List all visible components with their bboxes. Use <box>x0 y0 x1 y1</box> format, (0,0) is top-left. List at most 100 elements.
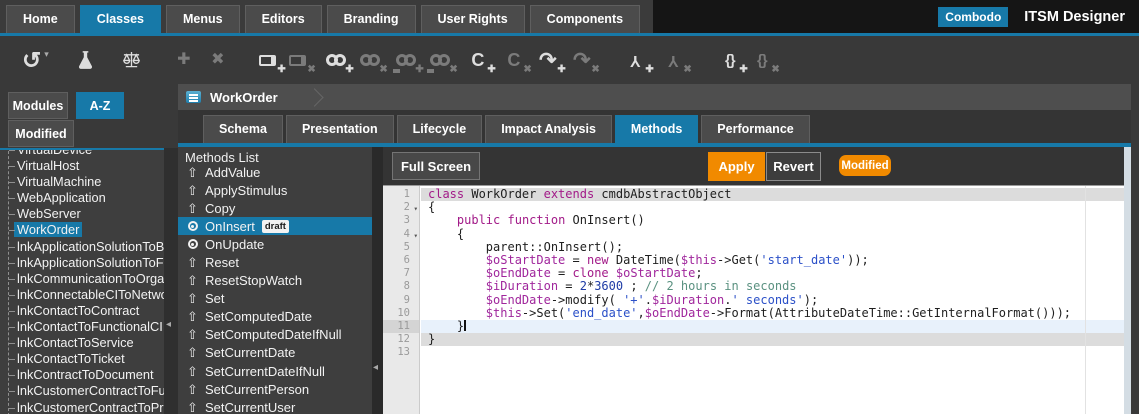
add-relation-button[interactable]: Y✚ <box>625 45 647 75</box>
collapse-methods-icon[interactable]: ◂ <box>373 363 378 373</box>
nav-tab-menus[interactable]: Menus <box>166 5 240 33</box>
class-tree-item-lnkcontacttofunctionalci[interactable]: lnkContactToFunctionalCI <box>0 319 164 335</box>
sidebar-tab-a-z[interactable]: A-Z <box>76 92 124 119</box>
method-item-oninsert[interactable]: OnInsertdraft <box>178 217 372 235</box>
method-item-setcurrentperson[interactable]: ⇧SetCurrentPerson <box>178 380 372 398</box>
gutter-line-number: 13 <box>383 346 419 359</box>
method-editor: Full Screen Apply Revert Modified 12▾34▾… <box>383 147 1131 414</box>
code-line-10[interactable]: $this->Set('end_date',$oEndDate->Format(… <box>421 307 1124 320</box>
gutter-line-number: 6 <box>383 254 419 267</box>
method-label: OnInsert <box>205 219 255 234</box>
add-link-button[interactable]: ✚ <box>325 45 347 75</box>
class-tree-item-lnkapplicationsolutiontob[interactable]: lnkApplicationSolutionToB <box>0 239 164 255</box>
add-stimulus-button[interactable]: C✚ <box>467 45 489 75</box>
class-tree-item-virtualhost[interactable]: VirtualHost <box>0 158 164 174</box>
class-tree-item-lnkcontracttodocument[interactable]: lnkContractToDocument <box>0 367 164 383</box>
class-tree-item-lnkapplicationsolutiontof[interactable]: lnkApplicationSolutionToF <box>0 255 164 271</box>
method-label: SetCurrentPerson <box>205 382 309 397</box>
apply-button[interactable]: Apply <box>708 152 765 181</box>
tab-lifecycle[interactable]: Lifecycle <box>397 115 483 143</box>
delete-linkset-button: ✖ <box>429 45 451 75</box>
delete-transition-button: ↷✖ <box>571 45 593 75</box>
class-tree-item-virtualmachine[interactable]: VirtualMachine <box>0 174 164 190</box>
sidebar: Modules A-ZModified VirtualDeviceVirtualH… <box>0 84 178 414</box>
tab-methods[interactable]: Methods <box>615 115 698 143</box>
tab-schema[interactable]: Schema <box>203 115 283 143</box>
tab-impact-analysis[interactable]: Impact Analysis <box>485 115 612 143</box>
collapse-sidebar-icon[interactable]: ◂ <box>166 320 171 330</box>
add-field-button[interactable]: ✚ <box>257 45 279 75</box>
tab-presentation[interactable]: Presentation <box>286 115 394 143</box>
code-line-11[interactable]: } <box>421 320 1124 333</box>
method-item-set[interactable]: ⇧Set <box>178 290 372 308</box>
nav-tab-branding[interactable]: Branding <box>327 5 416 33</box>
nav-tab-editors[interactable]: Editors <box>245 5 322 33</box>
method-label: AddValue <box>205 165 260 180</box>
nav-tab-home[interactable]: Home <box>6 5 75 33</box>
add-method-button[interactable]: {}✚ <box>719 45 741 75</box>
method-item-addvalue[interactable]: ⇧ AddValue <box>178 163 372 181</box>
inherited-method-icon: ⇧ <box>184 202 201 215</box>
class-label: VirtualDevice <box>17 148 92 157</box>
method-item-copy[interactable]: ⇧Copy <box>178 199 372 217</box>
nav-tab-classes[interactable]: Classes <box>80 5 161 33</box>
methods-list: ⇧ AddValue⇧ApplyStimulus⇧CopyOnInsertdraf… <box>178 163 372 414</box>
method-item-applystimulus[interactable]: ⇧ApplyStimulus <box>178 181 372 199</box>
method-item-resetstopwatch[interactable]: ⇧ResetStopWatch <box>178 272 372 290</box>
class-tree-item-virtualdevice[interactable]: VirtualDevice <box>0 148 164 158</box>
revert-button[interactable]: Revert <box>766 152 821 181</box>
code-line-13[interactable] <box>421 346 1124 359</box>
editor-scrollbar[interactable] <box>1124 147 1131 414</box>
method-item-setcurrentuser[interactable]: ⇧SetCurrentUser <box>178 398 372 414</box>
class-tree-item-lnkconnectablecitonetwo[interactable]: lnkConnectableCIToNetwo <box>0 287 164 303</box>
class-tree-item-lnkcustomercontracttofu[interactable]: lnkCustomerContractToFu <box>0 383 164 399</box>
class-tree-item-lnkcontacttocontract[interactable]: lnkContactToContract <box>0 303 164 319</box>
workspace: Methods List ⇧AddValue⇧ApplyStimulus⇧Cop… <box>178 147 1131 414</box>
sandbox-flask-button[interactable] <box>75 45 97 75</box>
class-tree-item-lnkcustomercontracttopr[interactable]: lnkCustomerContractToPr <box>0 400 164 414</box>
sidebar-tab-modified[interactable]: Modified <box>8 120 74 147</box>
class-label: VirtualMachine <box>17 174 101 189</box>
inherited-method-icon: ⇧ <box>184 401 201 414</box>
gutter-line-number: 11 <box>383 320 419 333</box>
method-label: Reset <box>205 255 239 270</box>
class-tree-item-lnkcontacttoticket[interactable]: lnkContactToTicket <box>0 351 164 367</box>
method-label: SetCurrentDate <box>205 345 295 360</box>
add-transition-button[interactable]: ↷✚ <box>537 45 559 75</box>
nav-tab-bar: HomeClassesMenusEditorsBrandingUser Righ… <box>0 0 653 33</box>
method-item-setcomputeddateifnull[interactable]: ⇧SetComputedDateIfNull <box>178 326 372 344</box>
tab-performance[interactable]: Performance <box>701 115 809 143</box>
gutter-line-number: 3 <box>383 214 419 227</box>
class-tree-item-webserver[interactable]: WebServer <box>0 206 164 222</box>
method-item-setcomputeddate[interactable]: ⇧SetComputedDate <box>178 308 372 326</box>
method-item-onupdate[interactable]: OnUpdate <box>178 235 372 253</box>
code-area[interactable]: class WorkOrder extends cmdbAbstractObje… <box>421 186 1124 414</box>
nav-tab-user-rights[interactable]: User Rights <box>421 5 525 33</box>
editor-gutter: 12▾34▾5678910111213 <box>383 186 420 414</box>
code-editor[interactable]: 12▾34▾5678910111213 class WorkOrder exte… <box>383 185 1124 414</box>
undo-button[interactable]: ↺▾ <box>22 45 49 75</box>
sidebar-splitter[interactable]: ◂ <box>164 148 178 414</box>
delete-field-button: ✖ <box>287 45 309 75</box>
method-item-reset[interactable]: ⇧Reset <box>178 253 372 271</box>
method-item-setcurrentdateifnull[interactable]: ⇧SetCurrentDateIfNull <box>178 362 372 380</box>
code-line-1[interactable]: class WorkOrder extends cmdbAbstractObje… <box>421 188 1124 201</box>
inherited-method-icon: ⇧ <box>184 166 201 179</box>
code-line-3[interactable]: public function OnInsert() <box>421 214 1124 227</box>
gutter-line-number: 10 <box>383 307 419 320</box>
override-method-icon <box>184 239 201 249</box>
class-label: WebApplication <box>17 190 106 205</box>
code-line-12[interactable]: } <box>421 333 1124 346</box>
class-tree-item-webapplication[interactable]: WebApplication <box>0 190 164 206</box>
class-label: lnkContactToContract <box>17 303 139 318</box>
sidebar-tab-modules[interactable]: Modules <box>8 92 68 119</box>
methods-splitter[interactable]: ◂ <box>372 147 383 414</box>
class-tree-item-workorder[interactable]: WorkOrder <box>0 222 164 238</box>
compare-scales-button[interactable] <box>121 45 143 75</box>
method-item-setcurrentdate[interactable]: ⇧SetCurrentDate <box>178 344 372 362</box>
class-tree-item-lnkcommunicationtoorga[interactable]: lnkCommunicationToOrga <box>0 271 164 287</box>
methods-panel: Methods List ⇧AddValue⇧ApplyStimulus⇧Cop… <box>178 147 372 414</box>
nav-tab-components[interactable]: Components <box>530 5 640 33</box>
class-tree-item-lnkcontacttoservice[interactable]: lnkContactToService <box>0 335 164 351</box>
full-screen-button[interactable]: Full Screen <box>392 152 480 180</box>
